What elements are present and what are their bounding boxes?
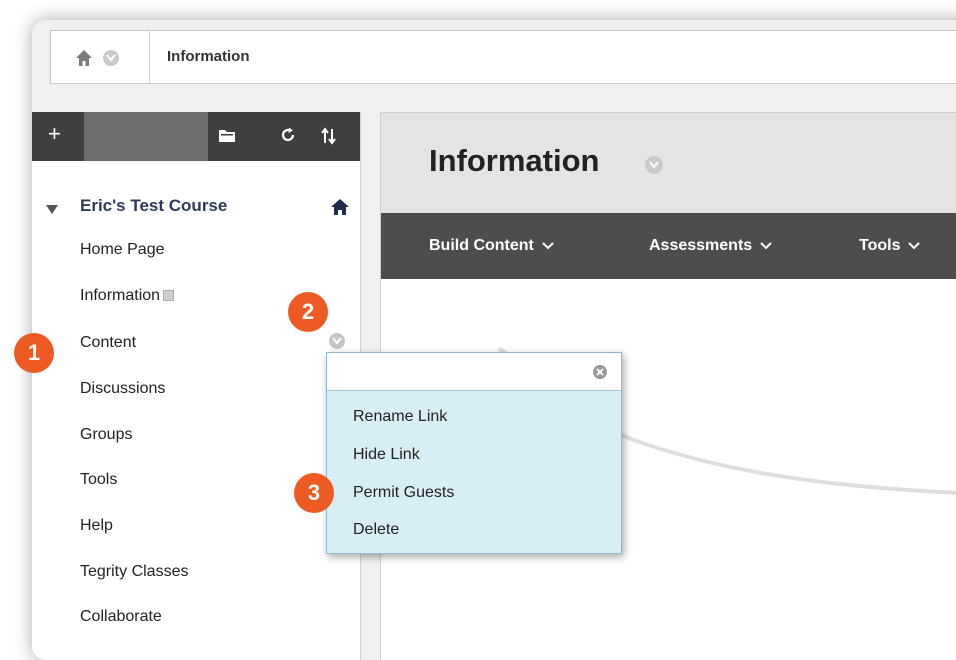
context-menu: Rename Link Hide Link Permit Guests Dele… — [326, 352, 622, 554]
tools-menu[interactable]: Tools — [859, 237, 921, 255]
chevron-down-icon — [908, 242, 921, 250]
menu-item-home-page[interactable]: Home Page — [80, 241, 165, 259]
action-label: Assessments — [649, 237, 753, 254]
collapse-arrow-icon[interactable] — [46, 201, 58, 219]
menu-item-discussions[interactable]: Discussions — [80, 380, 165, 398]
callout-badge-3: 3 — [294, 473, 334, 513]
hide-link-option[interactable]: Hide Link — [353, 446, 420, 464]
menu-toolbar: + — [32, 112, 360, 161]
action-bar: Build Content Assessments Tools — [381, 213, 956, 279]
chevron-down-icon — [760, 242, 772, 250]
menu-item-tools[interactable]: Tools — [80, 471, 117, 489]
close-icon[interactable] — [593, 365, 607, 379]
app-window: Information + Eric's Test Course Home Pa… — [32, 20, 956, 660]
delete-option[interactable]: Delete — [353, 521, 399, 539]
action-label: Tools — [859, 237, 901, 254]
menu-item-groups[interactable]: Groups — [80, 426, 132, 444]
build-content-menu[interactable]: Build Content — [429, 237, 554, 255]
refresh-icon[interactable] — [280, 127, 296, 148]
sort-icon[interactable] — [320, 127, 338, 150]
chevron-down-icon[interactable] — [103, 50, 119, 66]
breadcrumb-title[interactable]: Information — [167, 48, 250, 65]
chevron-down-icon[interactable] — [329, 333, 345, 349]
action-label: Build Content — [429, 237, 534, 254]
permit-guests-option[interactable]: Permit Guests — [353, 484, 454, 502]
callout-badge-2: 2 — [288, 292, 328, 332]
home-icon[interactable] — [330, 198, 350, 221]
folder-icon[interactable] — [218, 127, 236, 148]
menu-item-label: Information — [80, 287, 161, 304]
chevron-down-icon — [542, 242, 554, 250]
breadcrumb-divider — [149, 31, 150, 83]
context-menu-header — [327, 353, 621, 391]
menu-search-box[interactable] — [84, 112, 208, 161]
course-menu: + Eric's Test Course Home Page Informati… — [32, 112, 361, 660]
page-title: Information — [429, 143, 600, 178]
menu-item-collaborate[interactable]: Collaborate — [80, 608, 162, 626]
plus-icon[interactable]: + — [48, 123, 61, 145]
page-header: Information — [381, 113, 956, 213]
menu-item-information[interactable]: Information — [80, 287, 175, 305]
hidden-square-icon — [163, 290, 175, 302]
menu-item-content[interactable]: Content — [80, 334, 136, 352]
menu-item-tegrity-classes[interactable]: Tegrity Classes — [80, 563, 188, 581]
callout-badge-1: 1 — [14, 333, 54, 373]
menu-item-help[interactable]: Help — [80, 517, 113, 535]
course-name[interactable]: Eric's Test Course — [80, 196, 227, 216]
breadcrumb: Information — [50, 30, 956, 84]
chevron-down-icon[interactable] — [645, 156, 663, 174]
home-icon[interactable] — [75, 49, 93, 67]
rename-link-option[interactable]: Rename Link — [353, 408, 447, 426]
assessments-menu[interactable]: Assessments — [649, 237, 772, 255]
